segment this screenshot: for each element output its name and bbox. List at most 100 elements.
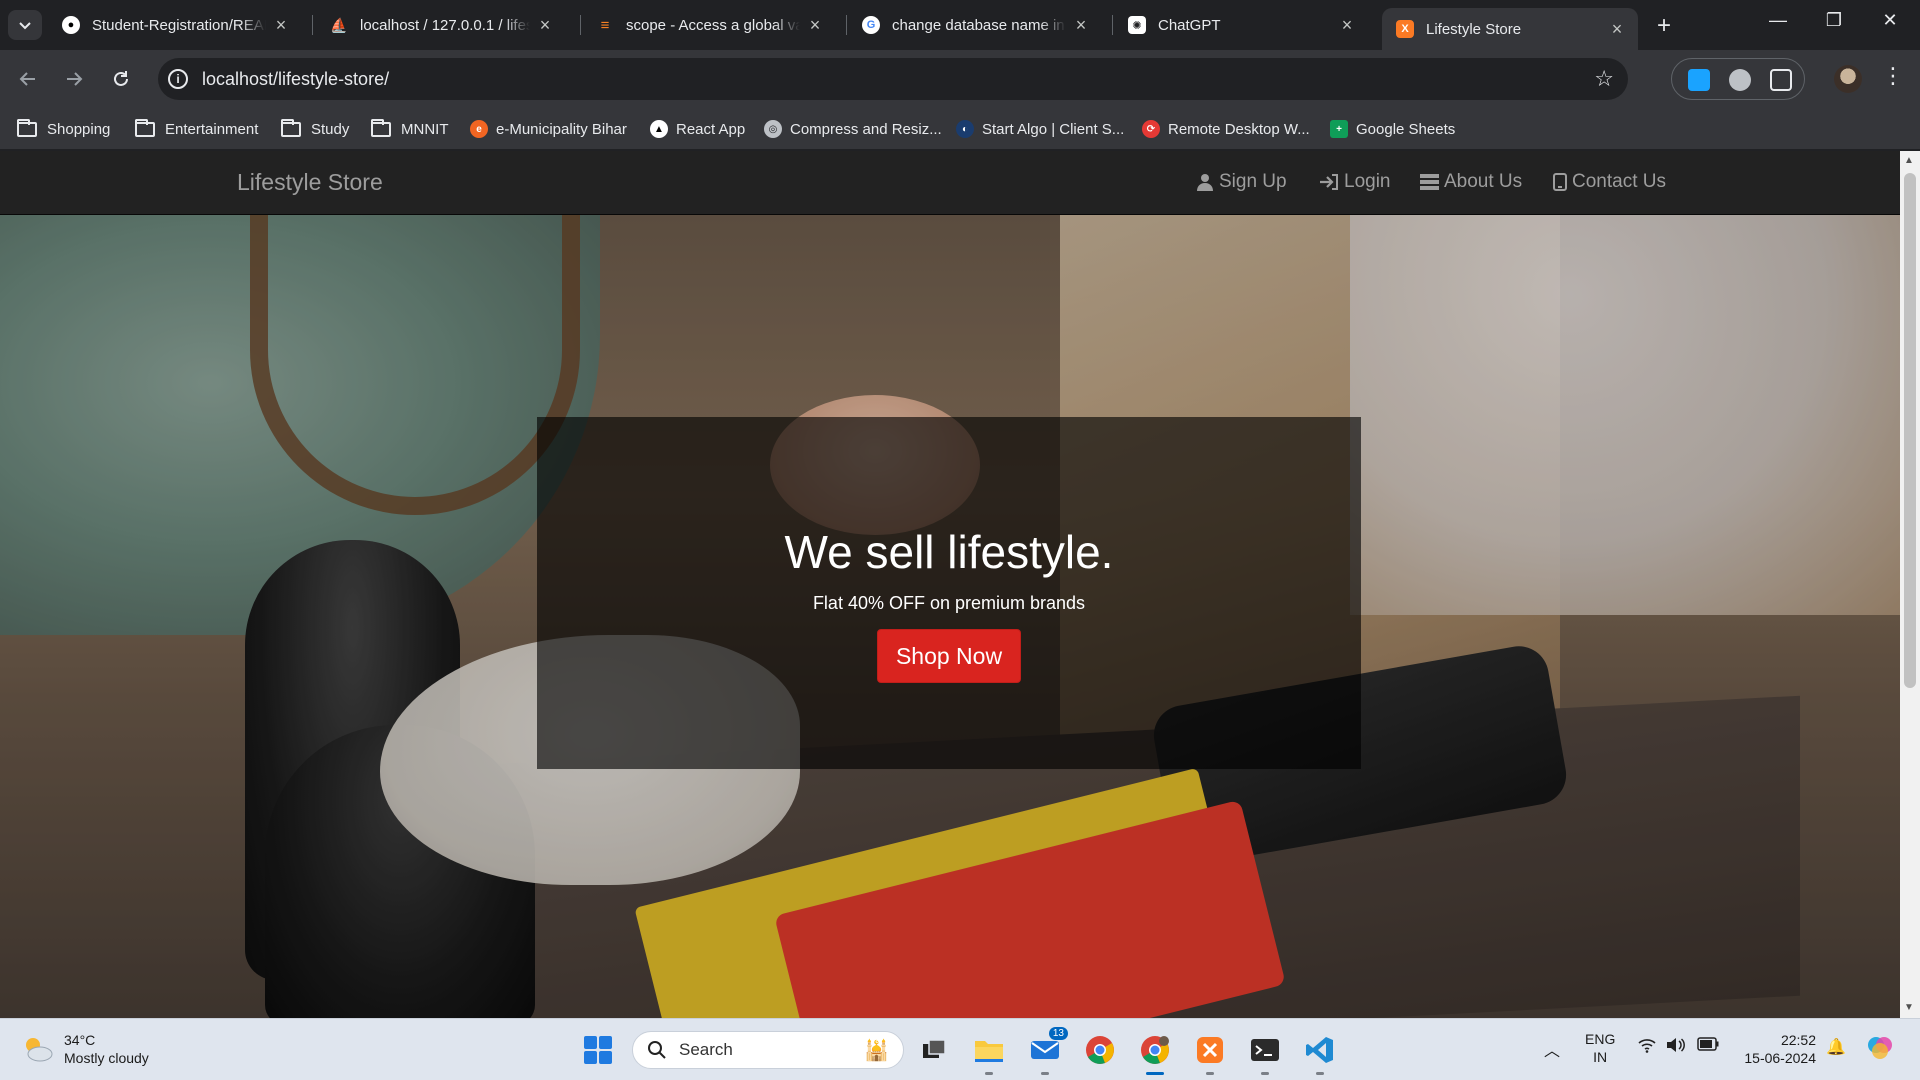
translate-extension-icon[interactable] [1688, 69, 1710, 91]
wifi-icon[interactable] [1638, 1037, 1656, 1056]
mail-button[interactable]: 13 [1028, 1027, 1068, 1075]
copilot-icon[interactable] [1866, 1033, 1894, 1064]
bookmark-folder-study[interactable]: Study [281, 117, 349, 141]
close-icon[interactable]: × [1608, 19, 1626, 40]
address-bar[interactable]: i localhost/lifestyle-store/ ☆ [158, 58, 1628, 100]
nav-link-label: Contact Us [1572, 171, 1666, 192]
bookmark-label: Google Sheets [1356, 120, 1456, 138]
bookmark-label: MNNIT [401, 120, 449, 138]
running-indicator [1316, 1072, 1324, 1075]
close-window-button[interactable]: ✕ [1870, 10, 1910, 31]
nav-login-link[interactable]: Login [1319, 171, 1391, 193]
site-info-icon[interactable]: i [168, 69, 188, 89]
nav-signup-link[interactable]: Sign Up [1196, 171, 1287, 193]
bookmark-label: Entertainment [165, 120, 259, 138]
banner-subtext: Flat 40% OFF on premium brands [812, 593, 1086, 613]
close-icon[interactable]: × [1338, 15, 1356, 36]
bookmarks-bar: Shopping Entertainment Study MNNIT e e-Mu… [0, 108, 1920, 150]
tab-chatgpt[interactable]: ✺ ChatGPT × [1114, 8, 1368, 42]
new-tab-button[interactable]: + [1650, 12, 1678, 40]
profile-avatar[interactable] [1834, 65, 1862, 93]
bookmark-folder-shopping[interactable]: Shopping [17, 117, 110, 141]
back-button[interactable] [13, 64, 43, 94]
nav-contact-link[interactable]: Contact Us [1553, 171, 1666, 193]
nav-link-label: Login [1344, 171, 1391, 192]
site-brand[interactable]: Lifestyle Store [237, 169, 383, 196]
system-clock[interactable]: 22:52 15-06-2024 [1738, 1031, 1816, 1067]
bookmark-e-municipality[interactable]: e e-Municipality Bihar [470, 117, 627, 141]
weather-temp: 34°C [64, 1032, 96, 1048]
close-icon[interactable]: × [536, 15, 554, 36]
show-hidden-icons-button[interactable]: ︿ [1544, 1037, 1560, 1061]
windows-logo-tile [584, 1036, 597, 1049]
nav-about-link[interactable]: About Us [1420, 171, 1522, 193]
task-view-icon [923, 1039, 946, 1058]
windows-logo-tile [599, 1051, 612, 1064]
close-icon[interactable]: × [272, 15, 290, 36]
chrome-profile-button[interactable] [1138, 1033, 1172, 1075]
tab-google-search[interactable]: G change database name in × [848, 8, 1102, 42]
google-icon: G [862, 16, 880, 34]
battery-icon[interactable] [1697, 1037, 1719, 1054]
phone-icon [1553, 173, 1567, 191]
shop-now-button[interactable]: Shop Now [877, 629, 1021, 683]
xampp-icon: X [1396, 20, 1414, 38]
bookmark-google-sheets[interactable]: + Google Sheets [1330, 117, 1455, 141]
mail-icon [1031, 1041, 1059, 1059]
bookmark-label: Compress and Resiz... [790, 120, 942, 138]
folder-icon [371, 118, 391, 137]
weather-widget[interactable]: 34°C Mostly cloudy [20, 1031, 149, 1067]
tab-title: change database name in [892, 16, 1065, 34]
file-explorer-button[interactable] [972, 1033, 1006, 1075]
bookmark-folder-mnnit[interactable]: MNNIT [371, 117, 449, 141]
bookmark-start-algo[interactable]: ◐ Start Algo | Client S... [956, 117, 1124, 141]
scroll-down-icon[interactable]: ▼ [1904, 1002, 1914, 1013]
tab-phpmyadmin[interactable]: ⛵ localhost / 127.0.0.1 / lifest × [316, 8, 566, 42]
start-button[interactable] [584, 1036, 612, 1064]
tab-student-registration[interactable]: ● Student-Registration/READ × [48, 8, 302, 42]
chrome-icon [1086, 1036, 1114, 1064]
bookmark-folder-entertainment[interactable]: Entertainment [135, 117, 258, 141]
page-scrollbar[interactable]: ▲ ▼ [1900, 151, 1920, 1018]
tab-lifestyle-store[interactable]: X Lifestyle Store × [1382, 8, 1638, 50]
running-indicator [1146, 1072, 1164, 1075]
tab-title: Student-Registration/READ [92, 16, 266, 34]
chrome-button[interactable] [1083, 1033, 1117, 1067]
running-indicator [1206, 1072, 1214, 1075]
folder-icon [17, 118, 37, 137]
close-icon[interactable]: × [1072, 15, 1090, 36]
scrollbar-thumb[interactable] [1904, 173, 1916, 688]
xampp-button[interactable] [1193, 1033, 1227, 1075]
tab-search-button[interactable] [8, 10, 42, 40]
tab-stackoverflow[interactable]: ≡ scope - Access a global var × [582, 8, 836, 42]
running-indicator [985, 1072, 993, 1075]
terminal-button[interactable] [1248, 1033, 1282, 1075]
vscode-icon [1306, 1037, 1333, 1063]
volume-icon[interactable] [1666, 1037, 1686, 1056]
bookmark-compress-resize[interactable]: ◎ Compress and Resiz... [764, 117, 942, 141]
puzzle-extensions-icon[interactable] [1770, 69, 1792, 91]
bookmark-remote-desktop[interactable]: ⟳ Remote Desktop W... [1142, 117, 1310, 141]
page-viewport: Lifestyle Store Sign Up Login About Us C… [0, 151, 1900, 1018]
bookmark-star-icon[interactable]: ☆ [1594, 66, 1614, 92]
notification-bell-icon[interactable]: 🔔 [1826, 1037, 1846, 1057]
cube-extension-icon[interactable] [1729, 69, 1751, 91]
close-icon[interactable]: × [806, 15, 824, 36]
task-view-button[interactable] [917, 1033, 951, 1067]
input-language-indicator[interactable]: ENG IN [1585, 1030, 1615, 1066]
bookmark-react-app[interactable]: ▲ React App [650, 117, 745, 141]
log-in-icon [1320, 174, 1338, 190]
taskbar-search-box[interactable]: Search 🕌 [632, 1031, 904, 1069]
bookmark-label: React App [676, 120, 746, 138]
reload-button[interactable] [106, 64, 136, 94]
scroll-up-icon[interactable]: ▲ [1904, 155, 1914, 166]
windows-logo-tile [584, 1051, 597, 1064]
forward-button[interactable] [59, 64, 89, 94]
weather-desc: Mostly cloudy [64, 1050, 149, 1066]
url-text[interactable]: localhost/lifestyle-store/ [202, 69, 389, 90]
minimize-button[interactable]: — [1758, 10, 1798, 31]
more-menu-icon[interactable]: ⋮ [1882, 63, 1904, 89]
reload-icon [114, 71, 128, 86]
vscode-button[interactable] [1303, 1033, 1337, 1075]
restore-button[interactable]: ❐ [1814, 10, 1854, 31]
